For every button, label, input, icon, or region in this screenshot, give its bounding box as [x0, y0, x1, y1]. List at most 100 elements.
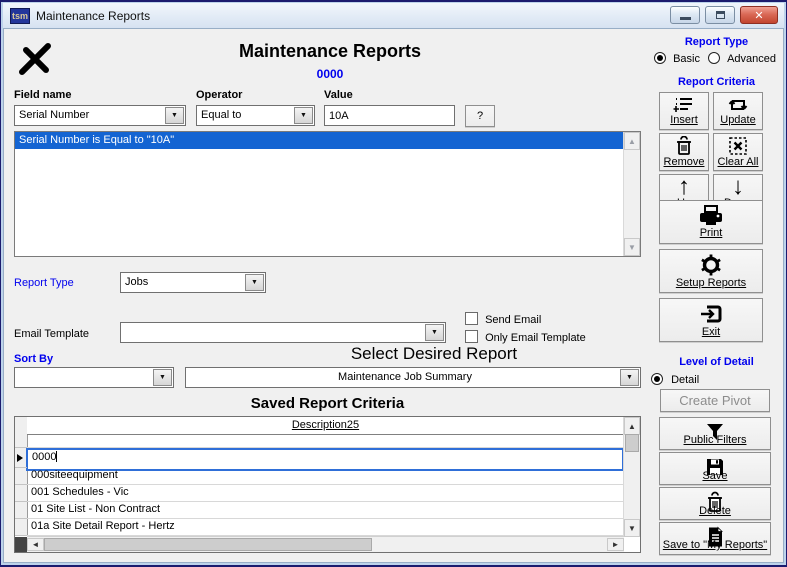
desired-report-combo[interactable]: Maintenance Job Summary ▼ [185, 367, 641, 388]
grid-row[interactable]: 001 Schedules - Vic [27, 484, 624, 502]
delete-button-label: Delete [699, 505, 731, 517]
report-type-combo[interactable]: Jobs ▼ [120, 272, 266, 293]
report-criteria-heading: Report Criteria [650, 76, 783, 88]
update-button-label: Update [720, 114, 755, 126]
save-button-label: Save [702, 470, 727, 482]
minimize-icon [680, 17, 691, 20]
title-bar[interactable]: tsm Maintenance Reports ✕ [3, 3, 784, 28]
field-name-value: Serial Number [19, 109, 165, 121]
remove-button[interactable]: Remove [659, 133, 709, 171]
vscroll-thumb[interactable] [625, 434, 639, 452]
desired-report-value: Maintenance Job Summary [190, 371, 620, 383]
exit-button[interactable]: Exit [659, 298, 763, 342]
chevron-down-icon[interactable]: ▼ [620, 369, 639, 386]
criteria-listbox[interactable]: Serial Number is Equal to "10A" ▲ ▼ [14, 131, 641, 257]
saved-report-grid[interactable]: Description25 0000 000siteequipment 001 … [14, 416, 641, 553]
chevron-down-icon[interactable]: ▼ [153, 369, 172, 386]
insert-button[interactable]: Insert [659, 92, 709, 130]
scroll-up-icon[interactable]: ▲ [624, 417, 640, 435]
save-to-my-reports-button-label: Save to "My Reports" [663, 539, 767, 551]
detail-radio[interactable] [651, 373, 663, 385]
maintenance-reports-window: tsm Maintenance Reports ✕ Maintenance Re… [0, 0, 787, 567]
selector-line [15, 447, 27, 448]
field-name-combo[interactable]: Serial Number ▼ [14, 105, 186, 126]
print-button-label: Print [700, 227, 723, 239]
only-email-template-checkbox[interactable] [465, 330, 478, 343]
hscroll-thumb[interactable] [44, 538, 372, 551]
scroll-left-icon[interactable]: ◄ [27, 538, 44, 551]
tsm-app-icon: tsm [10, 8, 30, 24]
selector-line [15, 501, 27, 502]
setup-reports-button-label: Setup Reports [676, 277, 746, 289]
create-pivot-button[interactable]: Create Pivot [660, 389, 770, 412]
criteria-scrollbar[interactable]: ▲ ▼ [623, 132, 640, 256]
client-area: Maintenance Reports 0000 Field name Oper… [3, 28, 784, 563]
basic-radio-label: Basic [673, 53, 700, 65]
scroll-down-icon[interactable]: ▼ [624, 238, 640, 256]
grid-column-header[interactable]: Description25 [27, 417, 624, 435]
advanced-radio[interactable] [708, 52, 720, 64]
public-filters-button[interactable]: Public Filters [659, 417, 771, 450]
value-label: Value [324, 89, 353, 101]
clear-all-button[interactable]: Clear All [713, 133, 763, 171]
report-type-label: Report Type [14, 277, 74, 289]
close-button[interactable]: ✕ [740, 6, 778, 24]
email-template-combo[interactable]: ▼ [120, 322, 446, 343]
only-email-template-label: Only Email Template [485, 332, 586, 344]
grid-blank-row[interactable] [27, 434, 624, 448]
level-of-detail-heading: Level of Detail [650, 356, 783, 368]
chevron-down-icon[interactable]: ▼ [165, 107, 184, 124]
selector-line [15, 535, 27, 536]
maximize-icon [716, 11, 725, 19]
delete-button[interactable]: Delete [659, 487, 771, 520]
send-email-checkbox[interactable] [465, 312, 478, 325]
selector-line [15, 484, 27, 485]
page-title: Maintenance Reports [40, 41, 620, 62]
window-title: Maintenance Reports [36, 9, 150, 23]
trash-icon [674, 136, 694, 156]
save-button[interactable]: Save [659, 452, 771, 485]
help-button[interactable]: ? [465, 105, 495, 127]
chevron-down-icon[interactable]: ▼ [294, 107, 313, 124]
grid-hscrollbar[interactable]: ◄ ► [27, 536, 624, 552]
scroll-down-icon[interactable]: ▼ [624, 519, 640, 537]
up-arrow-icon: ↑ [678, 177, 690, 197]
maximize-button[interactable] [705, 6, 735, 24]
send-email-checkbox-row[interactable]: Send Email [465, 312, 541, 326]
advanced-radio-label: Advanced [727, 53, 776, 65]
text-caret [56, 451, 57, 462]
operator-combo[interactable]: Equal to ▼ [196, 105, 315, 126]
operator-value: Equal to [201, 109, 294, 121]
selector-line [15, 518, 27, 519]
save-to-my-reports-button[interactable]: Save to "My Reports" [659, 522, 771, 555]
basic-radio[interactable] [654, 52, 666, 64]
send-email-label: Send Email [485, 314, 541, 326]
select-desired-report-heading: Select Desired Report [204, 344, 664, 364]
sort-by-combo[interactable]: ▼ [14, 367, 174, 388]
detail-radio-row: Detail [651, 373, 699, 386]
sort-by-label: Sort By [14, 353, 53, 365]
print-button[interactable]: Print [659, 200, 763, 244]
selector-line [15, 467, 27, 468]
clear-all-button-label: Clear All [718, 156, 759, 168]
scroll-up-icon[interactable]: ▲ [624, 132, 640, 150]
grid-row[interactable]: 000siteequipment [27, 467, 624, 485]
grid-active-cell: 0000 [32, 451, 56, 463]
only-email-checkbox-row[interactable]: Only Email Template [465, 330, 586, 344]
update-button[interactable]: Update [713, 92, 763, 130]
minimize-button[interactable] [670, 6, 700, 24]
grid-vscrollbar[interactable]: ▲ ▼ [623, 417, 640, 537]
window-frame: tsm Maintenance Reports ✕ Maintenance Re… [0, 0, 787, 567]
printer-icon [697, 205, 725, 227]
setup-reports-button[interactable]: Setup Reports [659, 249, 763, 293]
scroll-right-icon[interactable]: ► [607, 538, 624, 551]
value-input[interactable] [324, 105, 455, 126]
criteria-item-selected[interactable]: Serial Number is Equal to "10A" [15, 132, 624, 149]
public-filters-button-label: Public Filters [684, 434, 747, 446]
chevron-down-icon[interactable]: ▼ [425, 324, 444, 341]
chevron-down-icon[interactable]: ▼ [245, 274, 264, 291]
report-type-radios: Basic Advanced [654, 52, 776, 65]
grid-row[interactable]: 01 Site List - Non Contract [27, 501, 624, 519]
grid-row[interactable]: 01a Site Detail Report - Hertz [27, 518, 624, 536]
gear-icon [698, 253, 724, 277]
